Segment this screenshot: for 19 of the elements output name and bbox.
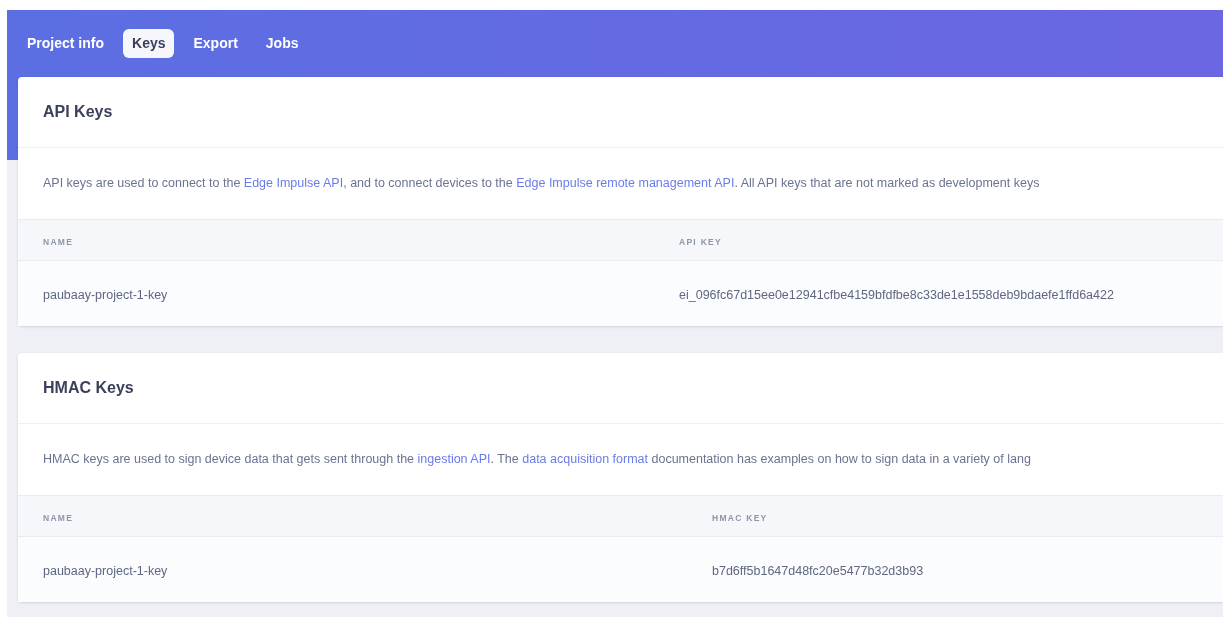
nav-tab[interactable]: Export: [184, 29, 247, 58]
column-header: API KEY: [679, 237, 722, 247]
column-header: NAME: [43, 513, 74, 523]
column-header: HMAC KEY: [712, 513, 768, 523]
column-header: NAME: [43, 237, 74, 247]
nav-tab[interactable]: Jobs: [256, 29, 308, 58]
card-description: API keys are used to connect to the Edge Impulse API, and to connect devices to the Edge Impulse remote management API. All API keys that are not marked as development keys: [43, 175, 1040, 193]
table-cell: paubaay-project-1-key: [43, 563, 168, 578]
nav-tab[interactable]: Keys: [123, 29, 175, 58]
table-cell: b7d6ff5b1647d48fc20e5477b32d3b93: [712, 563, 924, 578]
nav-tab[interactable]: Project info: [18, 29, 113, 58]
doc-link[interactable]: data acquisition format: [522, 452, 648, 467]
card-title: HMAC Keys: [43, 378, 134, 398]
card-description: HMAC keys are used to sign device data that gets sent through the ingestion API. The data acquisition format documentation has examples on how to sign data in a variety of lang: [43, 451, 1031, 469]
table-cell: ei_096fc67d15ee0e12941cfbe4159bfdfbe8c33de1e1558deb9bdaefe1ffd6a422: [679, 287, 1114, 302]
doc-link[interactable]: Edge Impulse API: [243, 176, 344, 191]
table-cell: paubaay-project-1-key: [43, 287, 168, 302]
card-title: API Keys: [43, 102, 113, 122]
doc-link[interactable]: ingestion API: [417, 452, 491, 467]
